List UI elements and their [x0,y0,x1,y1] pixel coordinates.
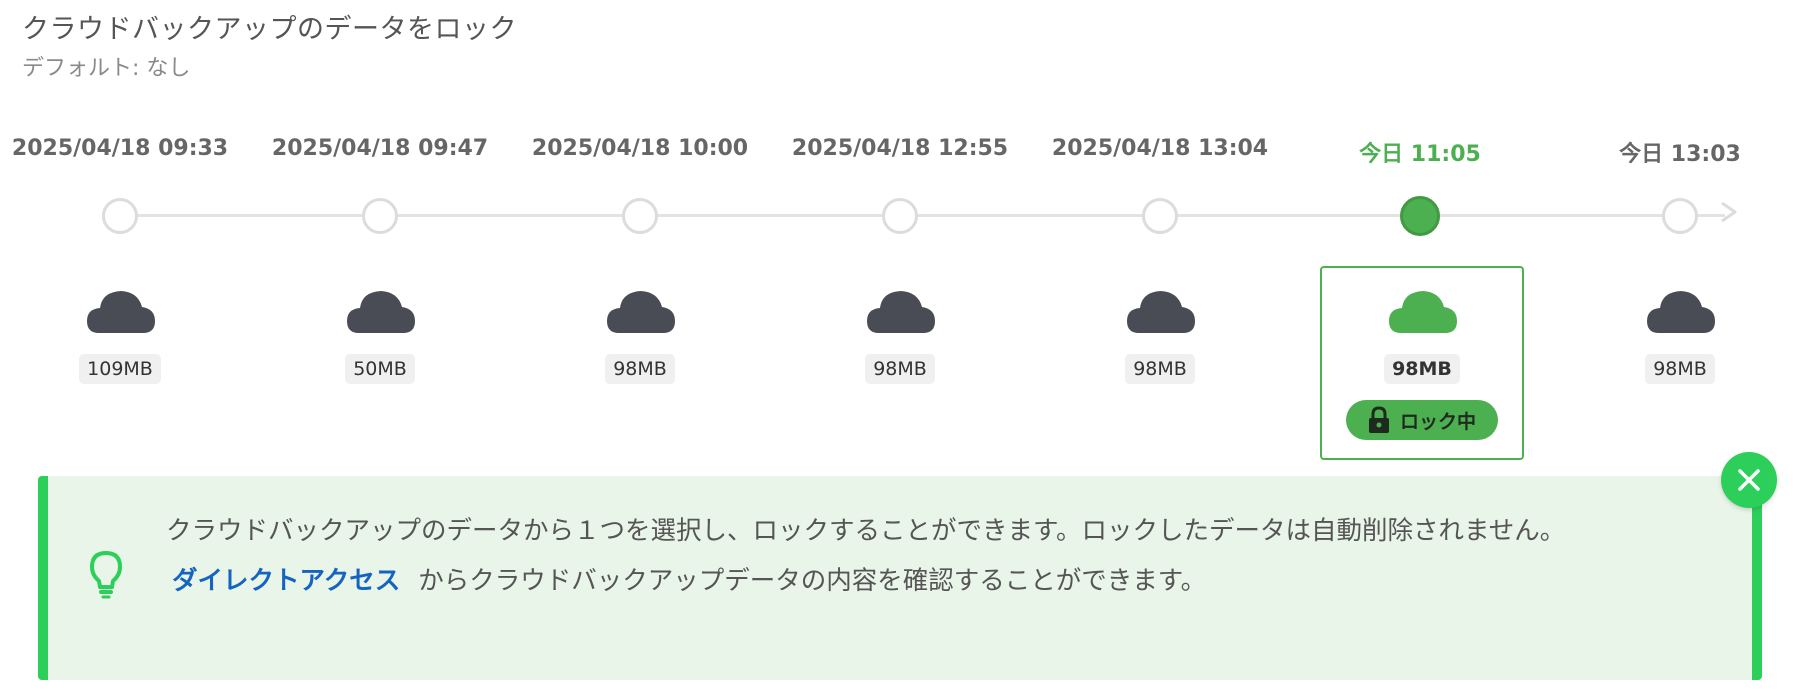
snapshot-date: 2025/04/18 09:47 [271,136,489,161]
direct-access-link[interactable]: ダイレクトアクセス [172,566,400,596]
info-text-line1: クラウドバックアップのデータから１つを選択し、ロックすることができます。ロックし… [166,516,1566,546]
snapshot-item[interactable]: 98MB [1580,268,1780,458]
snapshot-size: 98MB [1322,354,1522,384]
cloud-icon [347,291,415,333]
timeline-track [120,214,1725,217]
cloud-icon [1127,291,1195,333]
info-panel: クラウドバックアップのデータから１つを選択し、ロックすることができます。ロックし… [38,476,1762,680]
snapshot-date: 2025/04/18 12:55 [791,136,1009,161]
snapshot-size: 109MB [20,354,220,384]
snapshot-item[interactable]: 98MB [1060,268,1260,458]
snapshot-item[interactable]: 109MB [20,268,220,458]
snapshot-date: 2025/04/18 13:04 [1051,136,1269,161]
snapshot-size: 98MB [800,354,1000,384]
snapshot-date: 2025/04/18 10:00 [531,136,749,161]
timeline-node[interactable] [622,198,658,234]
cloud-icon [867,291,935,333]
cloud-icon [1389,291,1457,333]
close-button[interactable] [1721,452,1777,508]
snapshot-item[interactable]: 50MB [280,268,480,458]
lock-badge-label: ロック中 [1399,410,1476,433]
lightbulb-icon [90,551,122,599]
info-text-line2: ダイレクトアクセス からクラウドバックアップデータの内容を確認することができます。 [172,560,1206,597]
timeline-node[interactable] [1662,198,1698,234]
timeline-node-active[interactable] [1400,196,1440,236]
backup-timeline: 2025/04/18 09:33 109MB 2025/04/18 09:47 … [0,0,1794,470]
snapshot-date: 2025/04/18 09:33 [11,136,229,161]
snapshot-item[interactable]: 98MB [800,268,1000,458]
snapshot-item[interactable]: 98MB [540,268,740,458]
info-text-line2-rest: からクラウドバックアップデータの内容を確認することができます。 [418,566,1207,596]
snapshot-date: 今日 13:03 [1619,142,1741,167]
timeline-node[interactable] [882,198,918,234]
lock-icon [1368,406,1389,433]
lock-badge[interactable]: ロック中 [1346,400,1498,440]
cloud-icon [87,291,155,333]
cloud-icon [1647,291,1715,333]
snapshot-date-active: 今日 11:05 [1359,142,1481,167]
snapshot-size: 98MB [1580,354,1780,384]
close-icon [1738,469,1760,491]
snapshot-item-selected[interactable]: 98MB ロック中 [1320,266,1524,460]
snapshot-size: 50MB [280,354,480,384]
timeline-node[interactable] [362,198,398,234]
cloud-icon [607,291,675,333]
timeline-arrow-icon [1721,202,1737,222]
timeline-node[interactable] [1142,198,1178,234]
timeline-node[interactable] [102,198,138,234]
snapshot-size: 98MB [1060,354,1260,384]
snapshot-size: 98MB [540,354,740,384]
